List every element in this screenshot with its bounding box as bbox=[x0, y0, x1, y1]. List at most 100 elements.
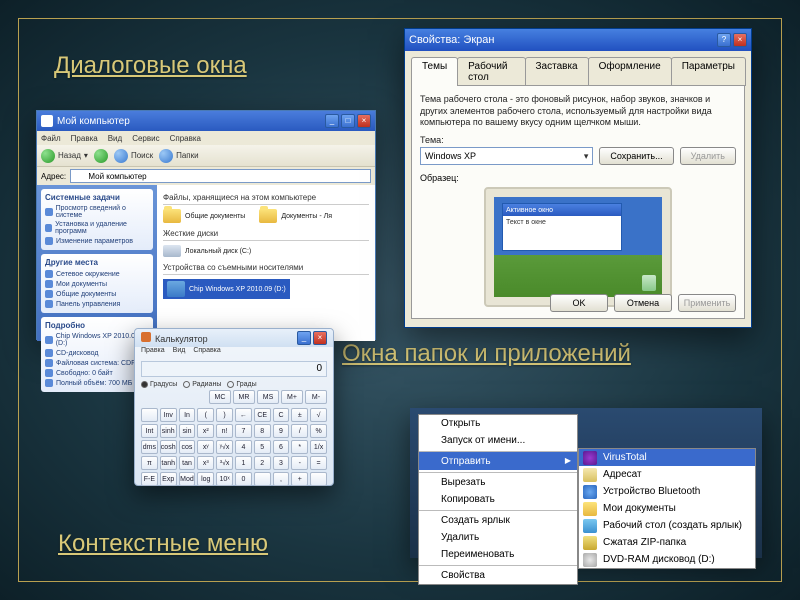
calc-key[interactable]: ʸ√x bbox=[216, 440, 233, 454]
calc-key[interactable]: log bbox=[197, 472, 214, 486]
folders-button[interactable]: Папки bbox=[159, 149, 199, 163]
menu-item[interactable]: Вырезать bbox=[419, 472, 577, 491]
calc-key[interactable]: 3 bbox=[273, 456, 290, 470]
submenu-item[interactable]: Адресат bbox=[579, 466, 755, 483]
sidebar-item[interactable]: Изменение параметров bbox=[45, 236, 149, 246]
calc-key[interactable]: ± bbox=[291, 408, 308, 422]
calc-key[interactable]: 8 bbox=[254, 424, 271, 438]
calc-key[interactable]: 6 bbox=[273, 440, 290, 454]
calc-key[interactable]: 1 bbox=[235, 456, 252, 470]
menu-item[interactable]: Отправить▶ bbox=[419, 451, 577, 470]
calc-key[interactable]: C bbox=[273, 408, 290, 422]
sidebar-item[interactable]: Установка и удаление программ bbox=[45, 220, 149, 236]
calc-key[interactable] bbox=[141, 408, 158, 422]
calc-key[interactable]: * bbox=[291, 440, 308, 454]
calc-key[interactable]: F-E bbox=[141, 472, 158, 486]
menu-item[interactable]: Создать ярлык bbox=[419, 510, 577, 529]
calc-key[interactable]: 7 bbox=[235, 424, 252, 438]
tab-1[interactable]: Рабочий стол bbox=[457, 57, 525, 86]
submenu-item[interactable]: VirusTotal bbox=[579, 449, 755, 466]
minimize-button[interactable]: _ bbox=[297, 331, 311, 345]
calc-key[interactable]: , bbox=[273, 472, 290, 486]
tab-4[interactable]: Параметры bbox=[671, 57, 746, 86]
calc-key[interactable]: ← bbox=[235, 408, 252, 422]
calc-key[interactable]: ) bbox=[216, 408, 233, 422]
calc-key[interactable]: 10ˣ bbox=[216, 472, 233, 486]
calc-key[interactable]: 2 bbox=[254, 456, 271, 470]
calc-key[interactable]: ( bbox=[197, 408, 214, 422]
calc-key[interactable] bbox=[254, 472, 271, 486]
calc-titlebar[interactable]: Калькулятор _× bbox=[135, 329, 333, 347]
folder-item[interactable]: Документы - Ля bbox=[259, 209, 332, 223]
menu-item[interactable]: Переименовать bbox=[419, 546, 577, 563]
sidebar-item[interactable]: Мои документы bbox=[45, 279, 149, 289]
save-theme-button[interactable]: Сохранить... bbox=[599, 147, 673, 165]
mode-radio[interactable]: Радианы bbox=[183, 381, 221, 388]
removable-item[interactable]: Chip Windows XP 2010.09 (D:) bbox=[163, 279, 290, 299]
sidebar-item[interactable]: Сетевое окружение bbox=[45, 269, 149, 279]
forward-button[interactable] bbox=[94, 149, 108, 163]
calc-key[interactable]: 4 bbox=[235, 440, 252, 454]
folder-item[interactable]: Общие документы bbox=[163, 209, 245, 223]
calc-key-MS[interactable]: MS bbox=[257, 390, 279, 404]
close-button[interactable]: × bbox=[313, 331, 327, 345]
delete-theme-button[interactable]: Удалить bbox=[680, 147, 736, 165]
ok-button[interactable]: OK bbox=[550, 294, 608, 312]
calc-key[interactable]: sinh bbox=[160, 424, 177, 438]
sidebar-item[interactable]: Общие документы bbox=[45, 289, 149, 299]
calc-key[interactable]: 5 bbox=[254, 440, 271, 454]
address-input[interactable]: Мой компьютер bbox=[70, 169, 371, 183]
tab-0[interactable]: Темы bbox=[411, 57, 458, 86]
explorer-titlebar[interactable]: Мой компьютер _ □ × bbox=[37, 111, 375, 131]
menu-item[interactable]: Открыть bbox=[419, 415, 577, 432]
calc-key[interactable]: cosh bbox=[160, 440, 177, 454]
calc-key-MR[interactable]: MR bbox=[233, 390, 255, 404]
calc-key[interactable]: sin bbox=[179, 424, 196, 438]
calc-key[interactable]: π bbox=[141, 456, 158, 470]
menu-item[interactable]: Справка bbox=[193, 347, 220, 359]
calc-key[interactable]: ³√x bbox=[216, 456, 233, 470]
search-button[interactable]: Поиск bbox=[114, 149, 153, 163]
calc-key[interactable]: x² bbox=[197, 424, 214, 438]
calc-key[interactable]: tanh bbox=[160, 456, 177, 470]
submenu-item[interactable]: Рабочий стол (создать ярлык) bbox=[579, 517, 755, 534]
submenu-item[interactable]: DVD-RAM дисковод (D:) bbox=[579, 551, 755, 568]
maximize-button[interactable]: □ bbox=[341, 114, 355, 128]
menu-item[interactable]: Вид bbox=[173, 347, 186, 359]
back-button[interactable]: Назад ▾ bbox=[41, 149, 88, 163]
submenu-item[interactable]: Сжатая ZIP-папка bbox=[579, 534, 755, 551]
calc-key[interactable]: + bbox=[291, 472, 308, 486]
calc-key-MC[interactable]: MC bbox=[209, 390, 231, 404]
help-button[interactable]: ? bbox=[717, 33, 731, 47]
menu-item[interactable]: Копировать bbox=[419, 491, 577, 508]
menu-item[interactable]: Вид bbox=[108, 134, 122, 143]
submenu-item[interactable]: Устройство Bluetooth bbox=[579, 483, 755, 500]
calc-key[interactable] bbox=[310, 472, 327, 486]
calc-menubar[interactable]: ПравкаВидСправка bbox=[135, 347, 333, 359]
submenu-item[interactable]: Мои документы bbox=[579, 500, 755, 517]
calc-key[interactable]: Mod bbox=[179, 472, 196, 486]
theme-combobox[interactable]: Windows XP bbox=[420, 147, 593, 165]
calc-key[interactable]: Int bbox=[141, 424, 158, 438]
menu-item[interactable]: Удалить bbox=[419, 529, 577, 546]
calc-key[interactable]: cos bbox=[179, 440, 196, 454]
calc-key[interactable]: x³ bbox=[197, 456, 214, 470]
calc-key[interactable]: Exp bbox=[160, 472, 177, 486]
minimize-button[interactable]: _ bbox=[325, 114, 339, 128]
calc-key[interactable]: In bbox=[179, 408, 196, 422]
calc-key[interactable]: √ bbox=[310, 408, 327, 422]
calc-key[interactable]: Inv bbox=[160, 408, 177, 422]
calc-key[interactable]: dms bbox=[141, 440, 158, 454]
tab-3[interactable]: Оформление bbox=[588, 57, 672, 86]
drive-item[interactable]: Локальный диск (C:) bbox=[163, 245, 251, 257]
calc-key[interactable]: tan bbox=[179, 456, 196, 470]
calc-key[interactable]: / bbox=[291, 424, 308, 438]
calc-key[interactable]: CE bbox=[254, 408, 271, 422]
cancel-button[interactable]: Отмена bbox=[614, 294, 672, 312]
menu-item[interactable]: Справка bbox=[170, 134, 201, 143]
close-button[interactable]: × bbox=[357, 114, 371, 128]
calc-key[interactable]: % bbox=[310, 424, 327, 438]
mode-radio[interactable]: Градусы bbox=[141, 381, 177, 388]
calc-key[interactable]: n! bbox=[216, 424, 233, 438]
menu-item[interactable]: Правка bbox=[71, 134, 98, 143]
